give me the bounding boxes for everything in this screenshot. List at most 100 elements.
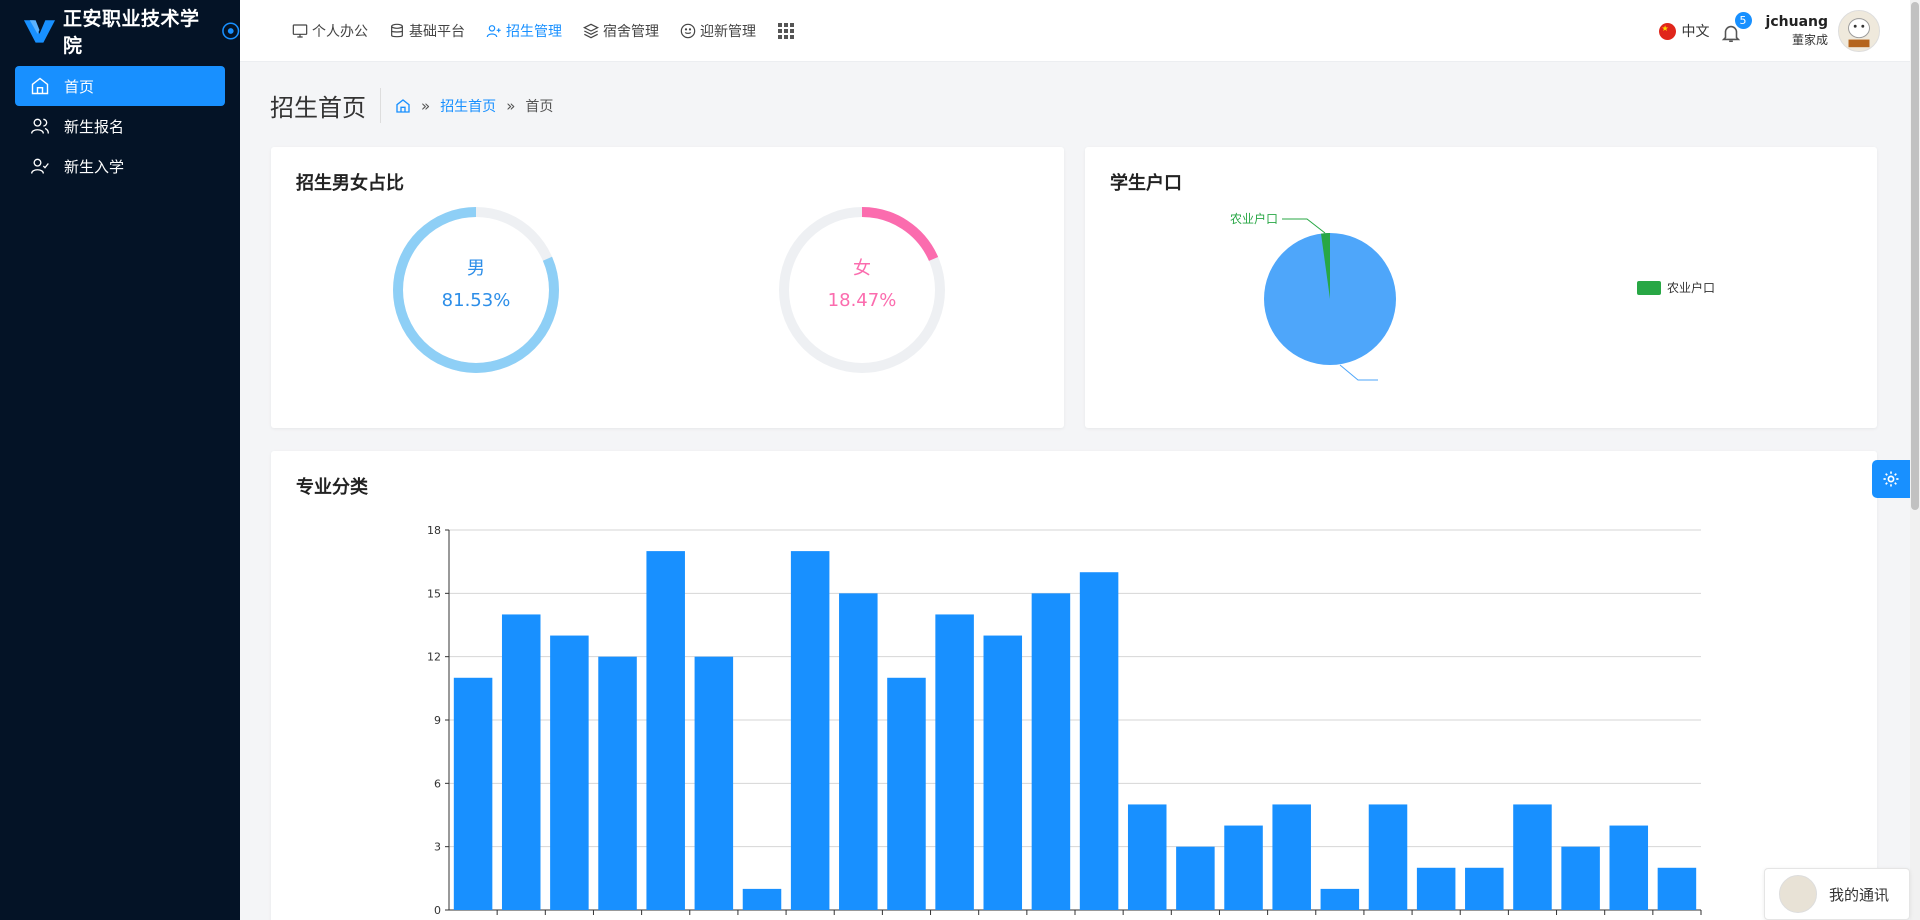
breadcrumb-separator: »: [421, 96, 431, 115]
nav-item-dormitory[interactable]: 宿舍管理: [583, 21, 659, 41]
user-plus-icon: [486, 24, 501, 37]
bar[interactable]: [839, 593, 878, 910]
notification-bell[interactable]: 5: [1720, 12, 1752, 44]
avatar[interactable]: [1838, 10, 1880, 52]
bar[interactable]: [1465, 867, 1504, 910]
sidebar-item-label: 首页: [64, 77, 95, 96]
target-icon[interactable]: [221, 21, 240, 41]
male-label: 男: [467, 258, 485, 279]
sidebar: 正安职业技术学院 首页 新生报名 新生入学: [0, 0, 240, 920]
bar[interactable]: [694, 656, 734, 910]
bar[interactable]: [983, 635, 1023, 910]
pie-label-line-other: [1339, 364, 1378, 381]
legend-label-agri[interactable]: 农业户口: [1667, 280, 1715, 295]
nav-item-welcome[interactable]: 迎新管理: [680, 21, 756, 41]
bar[interactable]: [501, 614, 541, 910]
chat-label: 我的通讯: [1829, 885, 1890, 904]
sidebar-item-label: 新生入学: [64, 157, 125, 176]
pie-label-agri: 农业户口: [1230, 211, 1278, 226]
bar[interactable]: [742, 888, 782, 910]
chat-avatar: [1779, 875, 1817, 913]
page-header: 招生首页 » 招生首页 » 首页: [270, 88, 553, 123]
sidebar-item-label: 新生报名: [64, 117, 125, 136]
female-percent: 18.47%: [827, 290, 897, 311]
bar[interactable]: [1416, 867, 1456, 910]
bar[interactable]: [1320, 888, 1360, 910]
bar[interactable]: [1513, 804, 1552, 910]
sidebar-menu: 首页 新生报名 新生入学: [0, 62, 240, 190]
bar[interactable]: [453, 677, 493, 910]
nav-item-base-platform[interactable]: 基础平台: [389, 21, 465, 41]
bar[interactable]: [1031, 593, 1071, 910]
bar[interactable]: [935, 614, 974, 910]
brand-title: 正安职业技术学院: [62, 8, 200, 57]
bar[interactable]: [646, 551, 685, 910]
legend-swatch-agri[interactable]: [1637, 281, 1661, 295]
bar[interactable]: [550, 635, 589, 910]
female-label: 女: [853, 258, 871, 279]
brand[interactable]: 正安职业技术学院: [0, 0, 240, 62]
sidebar-item-registration[interactable]: 新生报名: [15, 106, 225, 146]
username: jchuang: [1765, 14, 1828, 30]
pie-label-line-agri: [1282, 218, 1326, 234]
bar[interactable]: [1272, 804, 1311, 910]
avatar-image-icon: [1839, 11, 1879, 51]
brand-logo-icon: [23, 20, 56, 43]
language-switcher[interactable]: 中文: [1658, 21, 1710, 41]
nav-item-admissions[interactable]: 招生管理: [486, 21, 562, 41]
y-tick-label: 6: [434, 777, 441, 790]
page-title: 招生首页: [270, 88, 381, 123]
bar[interactable]: [1657, 867, 1697, 910]
bar[interactable]: [1176, 846, 1215, 910]
user-realname: 董家成: [1791, 33, 1828, 47]
gender-ratio-card: 招生男女占比 男 81.53% 女 18.47%: [271, 147, 1064, 428]
page-scrollbar[interactable]: [1910, 0, 1920, 920]
breadcrumb-separator: »: [506, 96, 516, 115]
bar[interactable]: [1224, 825, 1263, 910]
user-check-icon: [31, 158, 49, 174]
female-donut: 女 18.47%: [776, 204, 948, 376]
breadcrumb-section[interactable]: 招生首页: [440, 96, 496, 116]
apps-grid-icon[interactable]: [777, 22, 795, 40]
sidebar-item-home[interactable]: 首页: [15, 66, 225, 106]
hukou-pie-chart: 农业户口 农业户口: [1230, 211, 1715, 381]
china-flag-icon: [1658, 22, 1676, 40]
smile-icon: [680, 23, 696, 38]
bar[interactable]: [1368, 804, 1408, 910]
nav-item-label: 个人办公: [312, 23, 368, 40]
language-label: 中文: [1681, 24, 1710, 40]
settings-float-button[interactable]: [1872, 460, 1910, 498]
sidebar-item-enrollment[interactable]: 新生入学: [15, 146, 225, 186]
bar[interactable]: [790, 551, 830, 910]
database-icon: [391, 23, 403, 37]
monitor-icon: [292, 23, 308, 38]
users-icon: [31, 118, 49, 134]
scrollbar-thumb[interactable]: [1911, 2, 1919, 510]
y-tick-label: 12: [427, 651, 441, 664]
breadcrumb-home-icon[interactable]: [395, 98, 411, 114]
bar[interactable]: [887, 677, 926, 910]
bar[interactable]: [1609, 825, 1649, 910]
bar[interactable]: [1079, 572, 1119, 910]
user-info[interactable]: jchuang 董家成: [1766, 14, 1828, 48]
nav-item-personal-office[interactable]: 个人办公: [292, 21, 368, 41]
nav-item-label: 基础平台: [409, 23, 465, 40]
household-registration-card: 学生户口 农业户口 农业户口: [1085, 147, 1877, 428]
layers-icon: [583, 23, 599, 38]
y-tick-label: 15: [427, 587, 441, 600]
nav-item-label: 招生管理: [506, 23, 562, 40]
breadcrumb-current: 首页: [525, 98, 554, 115]
male-percent: 81.53%: [441, 290, 511, 311]
bar[interactable]: [1127, 804, 1167, 910]
gear-icon: [1883, 471, 1899, 487]
y-tick-label: 3: [434, 841, 441, 854]
breadcrumb: » 招生首页 » 首页: [395, 96, 553, 116]
nav-item-label: 宿舍管理: [603, 23, 659, 40]
major-category-card: 专业分类 0 3 6 9 12 15 18: [271, 451, 1877, 920]
notification-badge: 5: [1734, 12, 1752, 29]
top-nav-list: 个人办公 基础平台 招生管理 宿舍管理 迎新管理: [240, 21, 795, 41]
my-contacts-button[interactable]: 我的通讯: [1764, 868, 1910, 920]
nav-item-label: 迎新管理: [700, 23, 756, 40]
bar[interactable]: [598, 656, 637, 910]
bar[interactable]: [1561, 846, 1600, 910]
